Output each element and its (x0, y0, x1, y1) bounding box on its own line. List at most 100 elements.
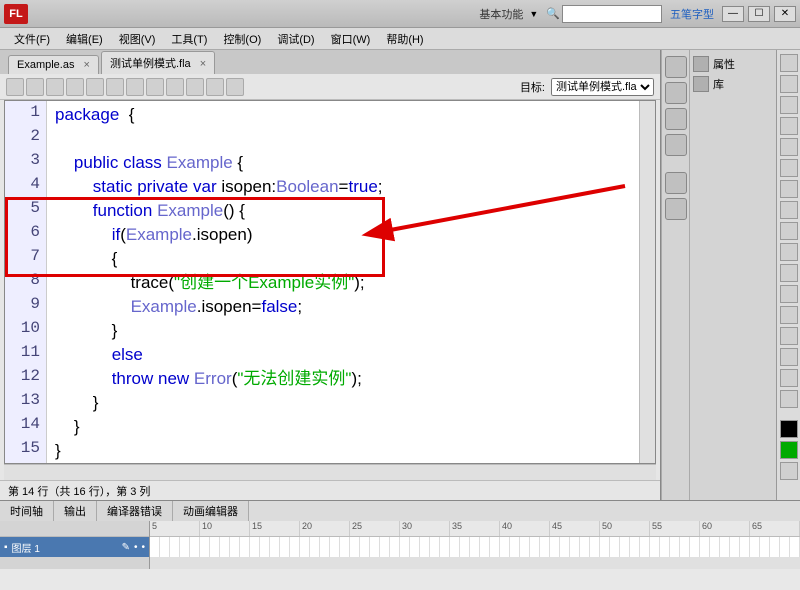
outdent-icon[interactable] (206, 78, 224, 96)
workspace-label[interactable]: 基本功能 (479, 6, 523, 22)
menu-bar: 文件(F) 编辑(E) 视图(V) 工具(T) 控制(O) 调试(D) 窗口(W… (0, 28, 800, 50)
line-tool-icon[interactable] (780, 180, 798, 198)
menu-control[interactable]: 控制(O) (215, 29, 269, 49)
code-line[interactable]: if(Example.isopen) (55, 223, 639, 247)
code-line[interactable]: package { (55, 103, 639, 127)
code-editor[interactable]: package { public class Example { static … (47, 101, 639, 463)
code-line[interactable]: else (55, 343, 639, 367)
close-button[interactable]: ✕ (774, 6, 796, 22)
minimize-button[interactable]: — (722, 6, 744, 22)
ruler-tick: 55 (650, 521, 700, 536)
brush-tool-icon[interactable] (780, 243, 798, 261)
ruler-tick: 30 (400, 521, 450, 536)
color-panel-icon[interactable] (665, 172, 687, 194)
menu-edit[interactable]: 编辑(E) (58, 29, 111, 49)
pencil-tool-icon[interactable] (780, 222, 798, 240)
swatches-panel-icon[interactable] (665, 56, 687, 78)
workspace-dropdown-icon[interactable]: ▼ (529, 9, 538, 19)
code-line[interactable]: trace("创建一个Example实例"); (55, 271, 639, 295)
code-line[interactable]: function Example() { (55, 199, 639, 223)
target-label: 目标: (520, 79, 545, 95)
line-number: 5 (5, 199, 46, 223)
menu-help[interactable]: 帮助(H) (378, 29, 431, 49)
code-line[interactable]: throw new Error("无法创建实例"); (55, 367, 639, 391)
menu-view[interactable]: 视图(V) (111, 29, 164, 49)
deco-tool-icon[interactable] (780, 264, 798, 282)
tab-compiler-errors[interactable]: 编译器错误 (97, 501, 173, 521)
lock-icon[interactable]: • (141, 542, 145, 553)
menu-tools[interactable]: 工具(T) (163, 29, 215, 49)
collapse-icon[interactable] (126, 78, 144, 96)
pencil-icon[interactable]: ✎ (122, 542, 130, 553)
code-line[interactable]: } (55, 319, 639, 343)
find-icon[interactable] (26, 78, 44, 96)
code-line[interactable]: public class Example { (55, 151, 639, 175)
code-line[interactable] (55, 463, 639, 464)
code-line[interactable]: static private var isopen:Boolean=true; (55, 175, 639, 199)
tab-timeline[interactable]: 时间轴 (0, 501, 54, 521)
line-number: 2 (5, 127, 46, 151)
code-line[interactable]: } (55, 439, 639, 463)
visibility-icon[interactable]: • (134, 542, 138, 553)
samples-panel-icon[interactable] (665, 198, 687, 220)
search-icon: 🔍 (546, 7, 560, 20)
bone-tool-icon[interactable] (780, 285, 798, 303)
horizontal-scrollbar[interactable] (4, 464, 656, 480)
timeline-ruler[interactable]: 5101520253035404550556065 (150, 521, 800, 537)
paint-bucket-tool-icon[interactable] (780, 306, 798, 324)
hand-tool-icon[interactable] (780, 369, 798, 387)
free-transform-tool-icon[interactable] (780, 96, 798, 114)
tab-example-as[interactable]: Example.as × (8, 55, 99, 74)
indent-icon[interactable] (226, 78, 244, 96)
menu-debug[interactable]: 调试(D) (269, 29, 322, 49)
ruler-tick: 40 (500, 521, 550, 536)
pen-tool-icon[interactable] (780, 138, 798, 156)
code-line[interactable] (55, 127, 639, 151)
properties-icon (693, 56, 709, 72)
line-number: 1 (5, 103, 46, 127)
code-line[interactable]: } (55, 391, 639, 415)
menu-file[interactable]: 文件(F) (6, 29, 58, 49)
uncomment-icon[interactable] (186, 78, 204, 96)
debug-icon[interactable] (106, 78, 124, 96)
fill-color-icon[interactable] (780, 441, 798, 459)
info-panel-icon[interactable] (665, 108, 687, 130)
menu-window[interactable]: 窗口(W) (323, 29, 379, 49)
close-icon[interactable]: × (200, 58, 206, 70)
add-script-icon[interactable] (6, 78, 24, 96)
transform-panel-icon[interactable] (665, 134, 687, 156)
timeline-layer-row[interactable]: ▪ 图层 1 ✎ • • (0, 537, 149, 557)
code-line[interactable]: } (55, 415, 639, 439)
zoom-tool-icon[interactable] (780, 390, 798, 408)
code-line[interactable]: Example.isopen=false; (55, 295, 639, 319)
rectangle-tool-icon[interactable] (780, 201, 798, 219)
check-syntax-icon[interactable] (46, 78, 64, 96)
ruler-tick: 65 (750, 521, 800, 536)
properties-panel-button[interactable]: 属性 (693, 56, 773, 72)
eraser-tool-icon[interactable] (780, 348, 798, 366)
lasso-tool-icon[interactable] (780, 117, 798, 135)
close-icon[interactable]: × (84, 59, 90, 71)
code-hint-icon[interactable] (86, 78, 104, 96)
align-panel-icon[interactable] (665, 82, 687, 104)
swap-colors-icon[interactable] (780, 462, 798, 480)
tab-output[interactable]: 输出 (54, 501, 97, 521)
expand-icon[interactable] (146, 78, 164, 96)
eyedropper-tool-icon[interactable] (780, 327, 798, 345)
tab-test-fla[interactable]: 测试单例模式.fla × (101, 51, 215, 74)
maximize-button[interactable]: ☐ (748, 6, 770, 22)
tab-motion-editor[interactable]: 动画编辑器 (173, 501, 249, 521)
selection-tool-icon[interactable] (780, 54, 798, 72)
stroke-color-icon[interactable] (780, 420, 798, 438)
auto-format-icon[interactable] (66, 78, 84, 96)
subselection-tool-icon[interactable] (780, 75, 798, 93)
search-input[interactable] (562, 5, 662, 23)
library-panel-button[interactable]: 库 (693, 76, 773, 92)
timeline-track[interactable] (150, 537, 800, 557)
vertical-scrollbar[interactable] (639, 101, 655, 463)
code-line[interactable]: { (55, 247, 639, 271)
line-number: 12 (5, 367, 46, 391)
text-tool-icon[interactable] (780, 159, 798, 177)
comment-icon[interactable] (166, 78, 184, 96)
target-select[interactable]: 测试单例模式.fla (551, 78, 654, 96)
